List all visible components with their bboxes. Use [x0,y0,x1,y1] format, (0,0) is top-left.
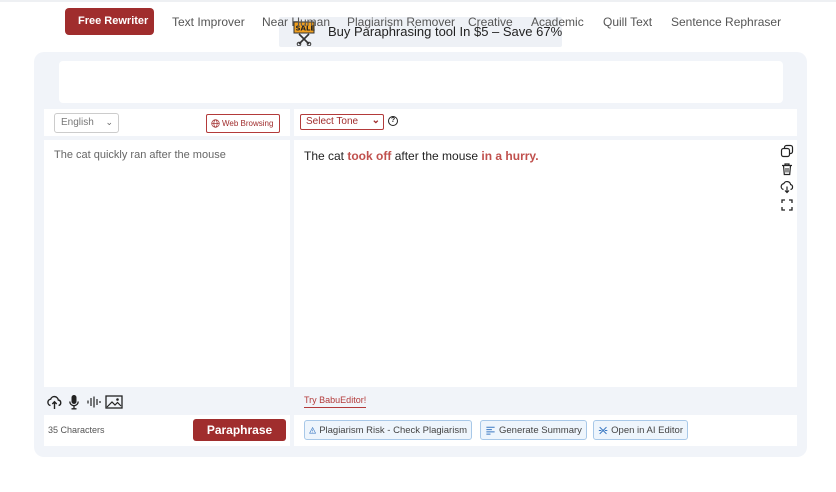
open-ai-editor-label: Open in AI Editor [611,424,683,436]
tab-quill-text[interactable]: Quill Text [603,15,652,29]
tab-sentence-rephraser[interactable]: Sentence Rephraser [671,15,781,29]
tab-plagiarism-remover[interactable]: Plagiarism Remover [347,15,455,29]
tab-creative[interactable]: Creative [468,15,513,29]
image-icon[interactable] [105,394,123,410]
globe-icon [211,119,220,128]
web-browsing-label: Web Browsing [222,119,274,128]
output-area [294,140,797,387]
trash-icon[interactable] [780,162,794,176]
download-icon[interactable] [780,180,794,194]
mode-tabs [59,61,783,103]
generate-summary-button[interactable]: Generate Summary [480,420,587,440]
tab-free-rewriter[interactable]: Free Rewriter [65,8,154,35]
changed-word[interactable]: took off [347,149,391,163]
paraphrase-button[interactable]: Paraphrase [193,419,286,441]
open-ai-editor-button[interactable]: Open in AI Editor [593,420,688,440]
fullscreen-icon[interactable] [780,198,794,212]
microphone-icon[interactable] [68,394,80,410]
character-count: 35 Characters [48,425,105,435]
check-plagiarism-label: Plagiarism Risk - Check Plagiarism [319,424,467,436]
output-text: The cat took off after the mouse in a hu… [304,149,539,163]
copy-icon[interactable] [780,144,794,158]
tone-value: Select Tone [306,116,359,127]
warning-icon [309,426,317,433]
audio-wave-icon[interactable] [86,394,101,410]
output-part: The cat [304,149,348,163]
tone-select[interactable]: Select Tone ⌄ [300,114,384,130]
upload-icon[interactable] [46,394,63,410]
generate-summary-label: Generate Summary [499,424,582,436]
output-part: after the mouse [391,149,482,163]
language-select[interactable]: English ⌄ [54,113,119,133]
top-border [0,0,836,2]
input-textarea[interactable] [44,140,290,387]
chevron-down-icon: ⌄ [371,115,380,126]
language-value: English [61,117,94,128]
web-browsing-button[interactable]: Web Browsing [206,114,280,133]
tab-near-human[interactable]: Near Human [262,15,330,29]
ai-editor-icon [598,426,608,434]
changed-word[interactable]: in a hurry. [481,149,538,163]
check-plagiarism-button[interactable]: Plagiarism Risk - Check Plagiarism [304,420,472,440]
help-icon[interactable]: ? [388,116,398,126]
tab-academic[interactable]: Academic [531,15,584,29]
summary-icon [486,426,495,435]
tab-text-improver[interactable]: Text Improver [172,15,245,29]
input-text: The cat quickly ran after the mouse [54,149,226,161]
try-babueditor-link[interactable]: Try BabuEditor! [304,395,367,408]
chevron-down-icon: ⌄ [105,117,113,127]
